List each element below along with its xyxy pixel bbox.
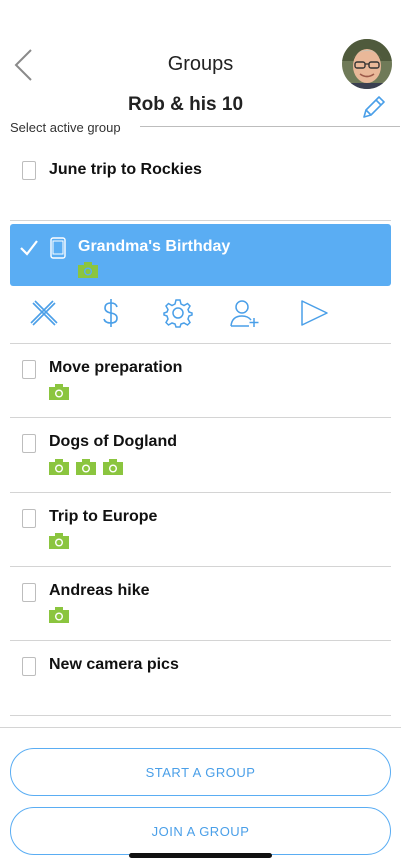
camera-icon [76,459,96,475]
group-list: June trip to Rockies Grandma's Birthday [10,140,391,716]
checkbox[interactable] [22,657,36,676]
camera-icons [49,459,123,475]
group-title: June trip to Rockies [49,161,202,178]
add-user-icon[interactable] [230,298,260,328]
group-title: Andreas hike [49,582,150,599]
group-title: Trip to Europe [49,508,158,525]
account-name: Rob & his 10 [127,94,244,115]
group-title: Move preparation [49,359,183,376]
group-action-toolbar [10,286,391,344]
avatar[interactable] [342,39,392,89]
group-row-grandmas-birthday[interactable]: Grandma's Birthday [10,224,391,286]
home-indicator [129,853,272,858]
pencil-icon[interactable] [361,94,387,120]
camera-icon [49,459,69,475]
group-row-trip-to-europe[interactable]: Trip to Europe [10,493,391,567]
checkbox[interactable] [22,509,36,528]
join-group-button[interactable]: JOIN A GROUP [10,807,391,855]
divider [140,126,400,127]
group-row-june-trip[interactable]: June trip to Rockies [10,140,391,221]
camera-icon [78,262,98,278]
user-photo-icon [342,39,392,89]
camera-icons [49,533,69,549]
group-row-andreas-hike[interactable]: Andreas hike [10,567,391,641]
checkmark-icon [20,240,38,256]
divider [0,727,401,728]
camera-icons [49,384,69,400]
phone-icon [50,237,66,259]
group-title: Grandma's Birthday [78,238,231,255]
select-group-label: Select active group [10,120,121,135]
nav-bar: Groups [0,0,401,96]
checkbox[interactable] [22,360,36,379]
camera-icon [103,459,123,475]
group-row-new-camera-pics[interactable]: New camera pics [10,641,391,716]
camera-icon [49,384,69,400]
play-icon[interactable] [299,298,329,328]
dollar-icon[interactable] [96,298,126,328]
checkbox[interactable] [22,161,36,180]
gear-icon[interactable] [163,298,193,328]
camera-icons [49,607,69,623]
group-row-dogs-of-dogland[interactable]: Dogs of Dogland [10,418,391,493]
group-title: Dogs of Dogland [49,433,177,450]
camera-icons [78,262,98,278]
group-title: New camera pics [49,656,179,673]
page-title: Groups [167,53,234,75]
close-icon[interactable] [29,298,59,328]
group-row-move-preparation[interactable]: Move preparation [10,344,391,418]
checkbox[interactable] [22,583,36,602]
checkbox[interactable] [22,434,36,453]
camera-icon [49,533,69,549]
start-group-button[interactable]: START A GROUP [10,748,391,796]
camera-icon [49,607,69,623]
